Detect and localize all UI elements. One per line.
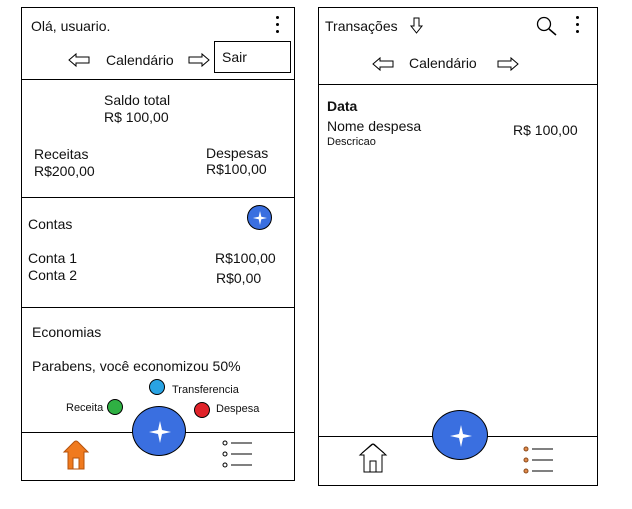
greeting-text: Olá, usuario. <box>31 18 111 34</box>
savings-title: Economias <box>32 324 102 340</box>
transaction-name[interactable]: Nome despesa <box>327 118 421 134</box>
account-name[interactable]: Conta 2 <box>28 267 77 283</box>
transaction-value: R$ 100,00 <box>513 122 578 138</box>
list-icon[interactable] <box>222 440 254 470</box>
expense-option-label: Despesa <box>216 403 260 415</box>
account-value: R$100,00 <box>215 250 276 266</box>
arrow-left-icon[interactable] <box>372 56 394 72</box>
kebab-menu-icon[interactable] <box>276 16 280 37</box>
transfer-option-button[interactable] <box>149 379 165 395</box>
list-icon[interactable] <box>523 446 555 476</box>
add-transaction-button[interactable] <box>432 410 488 460</box>
arrow-right-icon[interactable] <box>497 56 519 72</box>
transaction-description: Descricao <box>327 136 376 148</box>
divider <box>318 84 598 85</box>
divider <box>21 197 295 198</box>
sparkle-plus-icon <box>450 425 472 447</box>
calendar-label: Calendário <box>106 52 174 68</box>
kebab-menu-icon[interactable] <box>576 16 580 37</box>
logout-button[interactable]: Sair <box>214 41 291 73</box>
search-icon[interactable] <box>536 16 558 36</box>
income-option-label: Receita <box>66 402 104 414</box>
account-value: R$0,00 <box>216 270 262 286</box>
arrow-left-icon[interactable] <box>68 52 90 68</box>
home-icon[interactable] <box>62 439 90 471</box>
balance-value: R$ 100,00 <box>104 109 169 125</box>
home-icon[interactable] <box>358 442 388 474</box>
calendar-label: Calendário <box>409 55 477 71</box>
account-name[interactable]: Conta 1 <box>28 250 77 266</box>
arrow-down-icon[interactable] <box>409 17 424 34</box>
income-value: R$200,00 <box>34 163 95 179</box>
expense-label: Despesas <box>206 145 269 161</box>
transfer-option-label: Transferencia <box>172 384 239 396</box>
sparkle-plus-icon <box>253 211 267 225</box>
expense-value: R$100,00 <box>206 161 267 177</box>
expense-option-button[interactable] <box>194 402 210 418</box>
divider <box>21 307 295 308</box>
income-option-button[interactable] <box>107 399 123 415</box>
logout-label: Sair <box>222 49 247 65</box>
divider <box>21 79 295 80</box>
income-label: Receitas <box>34 146 89 162</box>
add-transaction-button[interactable] <box>132 406 186 456</box>
balance-title: Saldo total <box>104 92 171 108</box>
accounts-title: Contas <box>28 216 73 232</box>
date-group-label: Data <box>327 98 358 114</box>
savings-message: Parabens, você economizou 50% <box>32 358 241 374</box>
add-account-button[interactable] <box>247 205 272 230</box>
arrow-right-icon[interactable] <box>188 52 210 68</box>
transactions-title: Transações <box>325 18 398 34</box>
sparkle-plus-icon <box>149 421 171 443</box>
